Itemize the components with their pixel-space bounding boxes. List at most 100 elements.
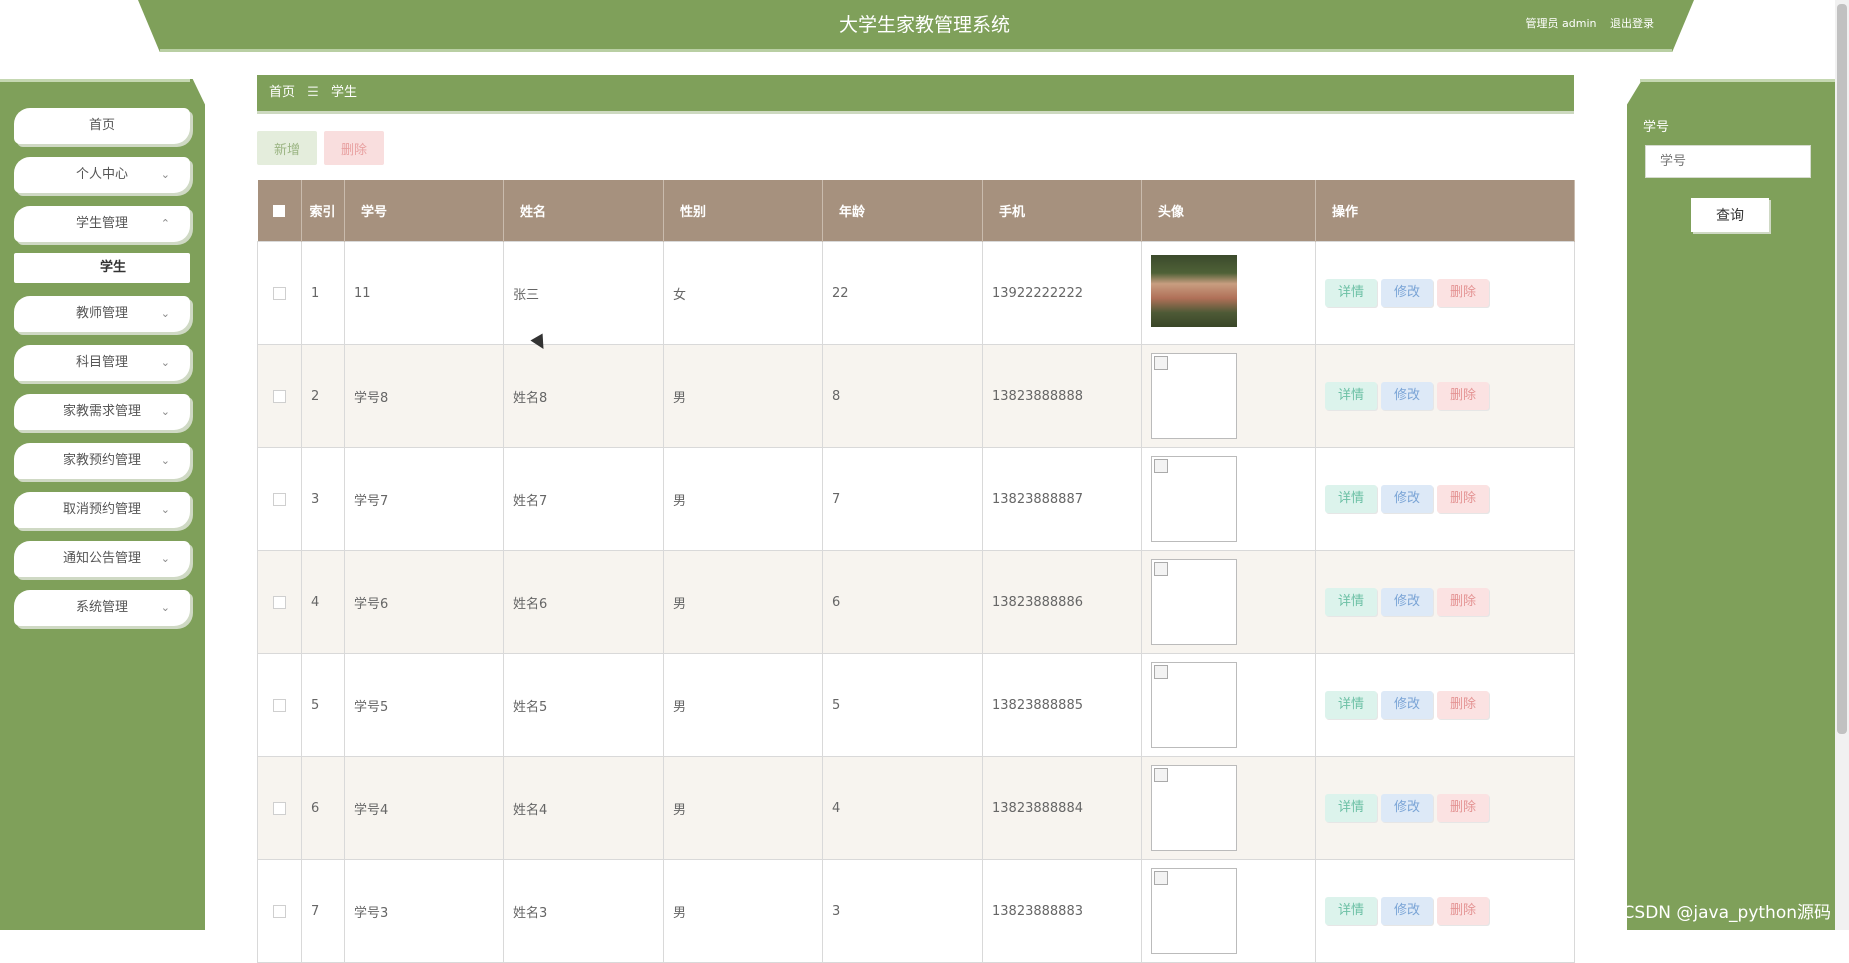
detail-button[interactable]: 详情 bbox=[1325, 588, 1377, 616]
header-age: 年龄 bbox=[822, 180, 983, 242]
broken-image-icon bbox=[1151, 662, 1237, 748]
search-label: 学号 bbox=[1643, 120, 1670, 135]
row-checkbox[interactable] bbox=[272, 698, 286, 712]
table-row: 4 学号6 姓名6 男 6 13823888886 详情 修改 删除 bbox=[257, 550, 1575, 654]
table-row: 3 学号7 姓名7 男 7 13823888887 详情 修改 删除 bbox=[257, 447, 1575, 551]
avatar bbox=[1151, 255, 1237, 327]
cell-student-id: 学号5 bbox=[344, 653, 504, 757]
header-phone: 手机 bbox=[982, 180, 1142, 242]
delete-button[interactable]: 删除 bbox=[1437, 382, 1489, 410]
cell-avatar bbox=[1141, 447, 1316, 551]
row-checkbox[interactable] bbox=[272, 389, 286, 403]
batch-delete-button[interactable]: 删除 bbox=[324, 131, 384, 165]
detail-button[interactable]: 详情 bbox=[1325, 794, 1377, 822]
edit-button[interactable]: 修改 bbox=[1381, 897, 1433, 925]
select-all-checkbox[interactable] bbox=[272, 204, 285, 217]
detail-button[interactable]: 详情 bbox=[1325, 897, 1377, 925]
detail-button[interactable]: 详情 bbox=[1325, 382, 1377, 410]
table-row: 2 学号8 姓名8 男 8 13823888888 详情 修改 删除 bbox=[257, 344, 1575, 448]
logout-link[interactable]: 退出登录 bbox=[1610, 17, 1654, 30]
sidebar-item-notice-management[interactable]: 通知公告管理 ⌄ bbox=[14, 541, 190, 577]
detail-button[interactable]: 详情 bbox=[1325, 691, 1377, 719]
chevron-up-icon: ⌃ bbox=[160, 217, 170, 230]
delete-button[interactable]: 删除 bbox=[1437, 691, 1489, 719]
breadcrumb-underline bbox=[257, 111, 1574, 114]
sidebar-item-label: 取消预约管理 bbox=[62, 502, 141, 517]
row-select-cell bbox=[257, 447, 302, 551]
cell-avatar bbox=[1141, 756, 1316, 860]
header-actions: 操作 bbox=[1315, 180, 1575, 242]
sidebar-item-subject-management[interactable]: 科目管理 ⌄ bbox=[14, 345, 190, 381]
sidebar-item-label: 教师管理 bbox=[75, 306, 128, 321]
cell-phone: 13823888886 bbox=[982, 550, 1142, 654]
cell-age: 4 bbox=[822, 756, 983, 860]
search-button[interactable]: 查询 bbox=[1691, 198, 1769, 232]
delete-button[interactable]: 删除 bbox=[1437, 588, 1489, 616]
cell-actions: 详情 修改 删除 bbox=[1315, 344, 1575, 448]
delete-button[interactable]: 删除 bbox=[1437, 279, 1489, 307]
search-input[interactable] bbox=[1645, 145, 1811, 178]
sidebar-item-teacher-management[interactable]: 教师管理 ⌄ bbox=[14, 296, 190, 332]
row-checkbox[interactable] bbox=[272, 286, 286, 300]
sidebar-subitem-student[interactable]: 学生 bbox=[14, 253, 190, 283]
cell-actions: 详情 修改 删除 bbox=[1315, 859, 1575, 963]
sidebar-item-student-management[interactable]: 学生管理 ⌃ bbox=[14, 206, 190, 242]
header-name: 姓名 bbox=[503, 180, 664, 242]
sidebar-item-label: 系统管理 bbox=[75, 600, 128, 615]
cell-name: 姓名8 bbox=[503, 344, 664, 448]
sidebar-item-tutor-demand[interactable]: 家教需求管理 ⌄ bbox=[14, 394, 190, 430]
row-checkbox[interactable] bbox=[272, 595, 286, 609]
row-checkbox[interactable] bbox=[272, 904, 286, 918]
right-sidebar-edge bbox=[1640, 79, 1849, 82]
edit-button[interactable]: 修改 bbox=[1381, 382, 1433, 410]
row-select-cell bbox=[257, 756, 302, 860]
edit-button[interactable]: 修改 bbox=[1381, 485, 1433, 513]
scrollbar-thumb[interactable] bbox=[1837, 4, 1847, 734]
broken-image-icon bbox=[1151, 559, 1237, 645]
header-gender: 性别 bbox=[663, 180, 823, 242]
broken-image-icon bbox=[1151, 765, 1237, 851]
delete-button[interactable]: 删除 bbox=[1437, 897, 1489, 925]
delete-button[interactable]: 删除 bbox=[1437, 485, 1489, 513]
sidebar-item-profile[interactable]: 个人中心 ⌄ bbox=[14, 157, 190, 193]
cell-actions: 详情 修改 删除 bbox=[1315, 550, 1575, 654]
row-checkbox[interactable] bbox=[272, 801, 286, 815]
chevron-down-icon: ⌄ bbox=[160, 503, 170, 516]
cell-student-id: 学号4 bbox=[344, 756, 504, 860]
sidebar-item-cancel-booking[interactable]: 取消预约管理 ⌄ bbox=[14, 492, 190, 528]
edit-button[interactable]: 修改 bbox=[1381, 794, 1433, 822]
header-avatar: 头像 bbox=[1141, 180, 1316, 242]
table-row: 6 学号4 姓名4 男 4 13823888884 详情 修改 删除 bbox=[257, 756, 1575, 860]
chevron-down-icon: ⌄ bbox=[160, 307, 170, 320]
sidebar-item-system-management[interactable]: 系统管理 ⌄ bbox=[14, 590, 190, 626]
cell-age: 7 bbox=[822, 447, 983, 551]
cell-index: 4 bbox=[301, 550, 345, 654]
cell-index: 6 bbox=[301, 756, 345, 860]
cell-name: 姓名7 bbox=[503, 447, 664, 551]
row-checkbox[interactable] bbox=[272, 492, 286, 506]
row-select-cell bbox=[257, 550, 302, 654]
sidebar-item-home[interactable]: 首页 bbox=[14, 108, 190, 144]
table-row: 1 11 张三 女 22 13922222222 详情 修改 删除 bbox=[257, 241, 1575, 345]
row-select-cell bbox=[257, 344, 302, 448]
cell-phone: 13922222222 bbox=[982, 241, 1142, 345]
cell-index: 7 bbox=[301, 859, 345, 963]
delete-button[interactable]: 删除 bbox=[1437, 794, 1489, 822]
row-select-cell bbox=[257, 653, 302, 757]
edit-button[interactable]: 修改 bbox=[1381, 691, 1433, 719]
cell-index: 5 bbox=[301, 653, 345, 757]
cell-avatar bbox=[1141, 241, 1316, 345]
chevron-down-icon: ⌄ bbox=[160, 552, 170, 565]
add-button[interactable]: 新增 bbox=[257, 131, 317, 165]
sidebar-item-tutor-booking[interactable]: 家教预约管理 ⌄ bbox=[14, 443, 190, 479]
edit-button[interactable]: 修改 bbox=[1381, 279, 1433, 307]
edit-button[interactable]: 修改 bbox=[1381, 588, 1433, 616]
chevron-down-icon: ⌄ bbox=[160, 356, 170, 369]
detail-button[interactable]: 详情 bbox=[1325, 279, 1377, 307]
cell-gender: 女 bbox=[663, 241, 823, 345]
detail-button[interactable]: 详情 bbox=[1325, 485, 1377, 513]
breadcrumb-home[interactable]: 首页 bbox=[269, 85, 295, 100]
cell-index: 1 bbox=[301, 241, 345, 345]
page-scrollbar[interactable] bbox=[1835, 0, 1849, 930]
sidebar-item-label: 科目管理 bbox=[75, 355, 128, 370]
